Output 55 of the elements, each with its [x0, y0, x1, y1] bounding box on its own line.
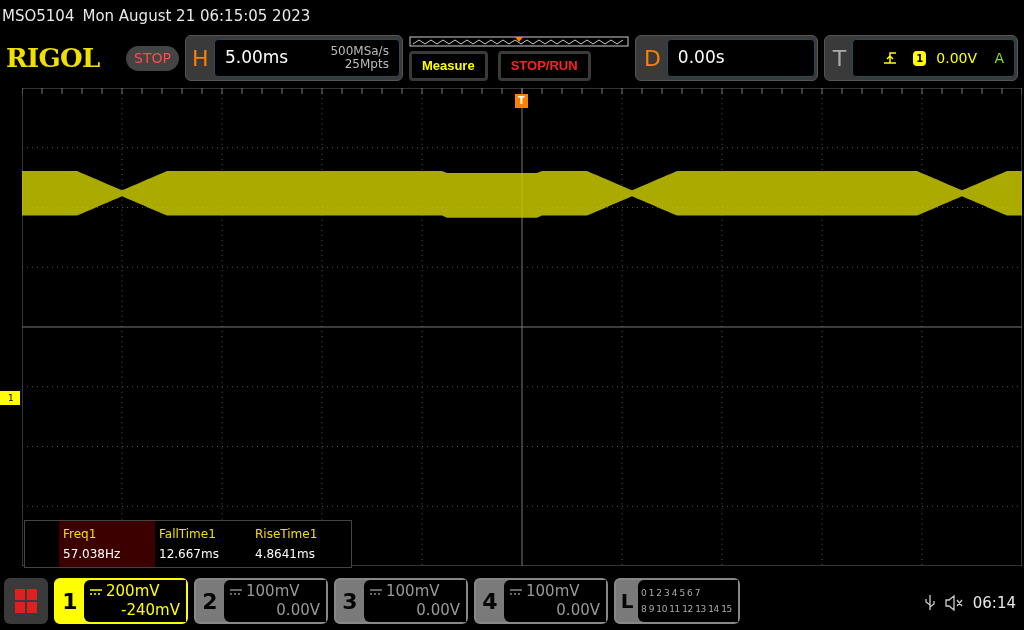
usb-icon [924, 595, 935, 611]
measurement-item[interactable]: RiseTime1 4.8641ms [251, 521, 347, 567]
measurement-item[interactable]: FallTime1 12.667ms [155, 521, 251, 567]
dc-coupling-icon [90, 588, 102, 595]
logic-label: L [619, 588, 635, 615]
stop-run-button[interactable]: STOP/RUN [497, 50, 591, 81]
measurement-value: 57.038Hz [63, 546, 122, 563]
channel-scale: 100mV [246, 582, 300, 601]
channel-scale: 100mV [526, 582, 580, 601]
trigger-level: 0.00V [936, 48, 978, 68]
measurement-value: 12.667ms [159, 546, 220, 563]
measurement-name: RiseTime1 [255, 526, 319, 543]
channel-tab[interactable]: 3 100mV 0.00V [334, 578, 468, 624]
channel-number: 2 [201, 587, 219, 616]
measurement-name: Freq1 [63, 526, 98, 543]
channel-offset: 0.00V [416, 601, 460, 620]
model-name: MSO5104 [2, 5, 75, 27]
logic-bits: 0 1 2 3 4 5 6 7 [641, 587, 702, 600]
channel-scale: 200mV [106, 582, 160, 601]
muted-speaker-icon [944, 595, 963, 611]
timebase-field[interactable]: 5.00ms 500MSa/s 25Mpts [213, 39, 400, 77]
channel-number: 4 [481, 587, 499, 616]
trigger-mode: A [994, 48, 1004, 68]
channel-tab[interactable]: 1 200mV -240mV [54, 578, 188, 624]
logic-bits: 8 9 10 11 12 13 14 15 [641, 603, 733, 616]
delay-label: D [643, 44, 661, 73]
channel-tab[interactable]: 4 100mV 0.00V [474, 578, 608, 624]
channel-scale: 100mV [386, 582, 440, 601]
sample-rate: 500MSa/s [330, 45, 389, 58]
logo: RIGOL [6, 41, 101, 75]
measure-button[interactable]: Measure [408, 50, 488, 81]
rising-edge-icon [883, 51, 898, 65]
measurement-item[interactable]: Freq1 57.038Hz [59, 521, 155, 567]
dc-coupling-icon [510, 588, 522, 595]
menu-button[interactable] [4, 578, 48, 624]
trigger-position-marker: T [515, 94, 528, 108]
horizontal-label: H [191, 44, 210, 73]
dc-coupling-icon [370, 588, 382, 595]
trigger-field[interactable]: 1 0.00V A [852, 39, 1015, 77]
date-time: Mon August 21 06:15:05 2023 [82, 5, 311, 27]
channel-offset: -240mV [121, 601, 180, 620]
trigger-label: T [832, 44, 847, 73]
clock: 06:14 [972, 592, 1016, 614]
memory-depth: 25Mpts [344, 58, 389, 71]
channel-offset: 0.00V [276, 601, 320, 620]
measurement-name: FallTime1 [159, 526, 217, 543]
channel-number: 3 [341, 587, 359, 616]
channel-marker: 1 [0, 391, 20, 405]
channel-number: 1 [61, 587, 79, 616]
dc-coupling-icon [230, 588, 242, 595]
channel-tab[interactable]: 2 100mV 0.00V [194, 578, 328, 624]
measurement-value: 4.8641ms [255, 546, 316, 563]
trigger-source: 1 [913, 50, 927, 66]
channel-offset: 0.00V [556, 601, 600, 620]
delay-field[interactable]: 0.00s [666, 39, 815, 77]
